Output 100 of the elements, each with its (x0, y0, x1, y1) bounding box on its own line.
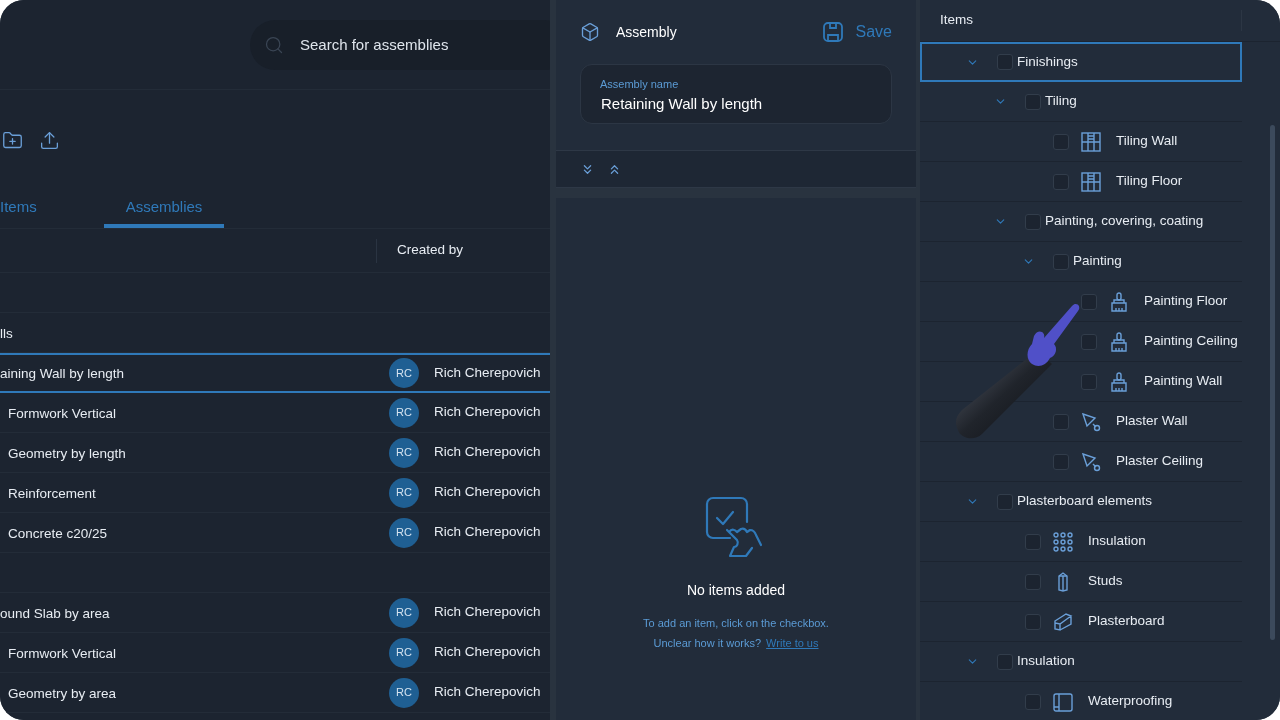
tree-label: Tiling (1045, 92, 1077, 111)
checkbox[interactable] (1025, 693, 1041, 710)
tree-label: Plasterboard (1088, 612, 1165, 631)
tree-label: Painting (1073, 252, 1122, 271)
tree-label: Painting Ceiling (1144, 332, 1238, 351)
checkbox[interactable] (1053, 413, 1069, 430)
assembly-name: Geometry by area (7, 685, 117, 701)
avatar: RC (389, 397, 419, 428)
brush-icon (1109, 371, 1129, 392)
tree-label: Tiling Wall (1116, 132, 1178, 151)
tree-label: Painting Wall (1144, 372, 1223, 391)
tree-label: Tiling Floor (1116, 172, 1183, 191)
dots-grid-icon (1053, 531, 1073, 552)
tiles-icon (1081, 131, 1101, 152)
tree-row[interactable]: Plasterboard elements (920, 482, 1242, 522)
board-icon (1053, 611, 1073, 632)
creator-name: Rich Cherepovich (434, 683, 541, 702)
table-row[interactable]: Concrete c20/25 RC Rich Cherepovich (0, 513, 550, 553)
table-row[interactable]: Formwork Vertical RC Rich Cherepovich (0, 633, 550, 673)
tree-label: Painting, covering, coating (1045, 212, 1204, 231)
checkbox[interactable] (1053, 173, 1069, 190)
table-row[interactable]: Formwork Vertical RC Rich Cherepovich (0, 393, 550, 433)
empty-state-title: No items added (686, 581, 786, 600)
creator-name: Rich Cherepovich (434, 643, 541, 662)
trowel-icon (1081, 451, 1101, 472)
checkbox[interactable] (1025, 533, 1041, 550)
avatar: RC (389, 517, 419, 548)
search-field[interactable]: Search for assemblies (250, 19, 550, 70)
field-label: Assembly name (600, 77, 679, 92)
search-icon (264, 34, 284, 55)
tree-label: Finishings (1017, 52, 1078, 71)
creator-name: Rich Cherepovich (434, 403, 541, 422)
table-row[interactable]: Geometry by length RC Rich Cherepovich (0, 433, 550, 473)
upload-icon[interactable] (39, 129, 60, 151)
tree-label: Waterproofing (1088, 692, 1173, 711)
tree-label: Plasterboard elements (1017, 492, 1153, 511)
table-row[interactable]: ound Slab by area RC Rich Cherepovich (0, 593, 550, 633)
assembly-name: ound Slab by area (0, 605, 110, 621)
column-header: Created by (397, 241, 464, 260)
checkbox[interactable] (1053, 253, 1069, 270)
tree-label: Plaster Wall (1116, 412, 1188, 431)
assembly-name: lls (0, 325, 13, 341)
assembly-name: Concrete c20/25 (7, 525, 108, 541)
avatar: RC (389, 477, 419, 508)
checkbox[interactable] (1025, 613, 1041, 630)
assembly-name: Geometry by length (7, 445, 126, 461)
tree-row[interactable]: Plaster Ceiling (920, 442, 1242, 482)
checkbox[interactable] (1081, 373, 1097, 390)
cube-icon (580, 22, 600, 42)
tree-row[interactable]: Tiling Floor (920, 162, 1242, 202)
avatar: RC (389, 437, 419, 468)
creator-name: Rich Cherepovich (434, 523, 541, 542)
tree-row[interactable]: Plasterboard (920, 602, 1242, 642)
tree-label: Studs (1088, 572, 1123, 591)
checkbox[interactable] (1053, 133, 1069, 150)
checkbox[interactable] (1025, 93, 1041, 110)
trowel-icon (1081, 411, 1101, 432)
creator-name: Rich Cherepovich (434, 603, 541, 622)
scrollbar[interactable] (1270, 125, 1275, 640)
empty-state-hint: To add an item, click on the checkbox. (643, 616, 829, 631)
tree-row[interactable]: Painting, covering, coating (920, 202, 1242, 242)
tree-row[interactable]: Insulation (920, 522, 1242, 562)
avatar: RC (389, 637, 419, 668)
avatar: RC (389, 358, 419, 388)
checkbox[interactable] (1025, 213, 1041, 230)
creator-name: Rich Cherepovich (434, 483, 541, 502)
assembly-name: Reinforcement (7, 485, 96, 501)
checkbox[interactable] (997, 54, 1013, 70)
creator-name: Rich Cherepovich (434, 443, 541, 462)
tree-row[interactable]: Studs (920, 562, 1242, 602)
table-row[interactable]: Geometry by area RC Rich Cherepovich (0, 673, 550, 713)
tree-row[interactable]: Insulation (920, 642, 1242, 682)
avatar: RC (389, 597, 419, 628)
panel-title: Assembly (616, 22, 677, 42)
tree-label: Painting Floor (1144, 292, 1228, 311)
assembly-name: Formwork Vertical (7, 405, 117, 421)
tree-label: Insulation (1088, 532, 1146, 551)
checkbox[interactable] (1081, 333, 1097, 350)
checkbox[interactable] (997, 493, 1013, 510)
tree-row[interactable]: Waterproofing (920, 682, 1242, 720)
checkbox[interactable] (1025, 573, 1041, 590)
checkbox[interactable] (1053, 453, 1069, 470)
roll-icon (1053, 691, 1073, 712)
help-question: Unclear how it works? (653, 635, 762, 651)
checkbox[interactable] (997, 653, 1013, 670)
checkbox[interactable] (1081, 293, 1097, 310)
tree-row[interactable]: Finishings (920, 42, 1242, 82)
brush-icon (1109, 331, 1129, 352)
table-row[interactable]: aining Wall by length RC Rich Cherepovich (0, 353, 550, 393)
save-icon (821, 21, 844, 43)
table-row[interactable]: Reinforcement RC Rich Cherepovich (0, 473, 550, 513)
new-folder-icon[interactable] (2, 129, 23, 151)
tree-row[interactable]: Painting (920, 242, 1242, 282)
tree-row[interactable]: Tiling Wall (920, 122, 1242, 162)
tree-label: Plaster Ceiling (1116, 452, 1204, 471)
tiles-icon (1081, 171, 1101, 192)
panel-title: Items (920, 10, 1242, 31)
tree-row[interactable]: Tiling (920, 82, 1242, 122)
assembly-name: aining Wall by length (0, 366, 125, 381)
avatar: RC (389, 677, 419, 708)
